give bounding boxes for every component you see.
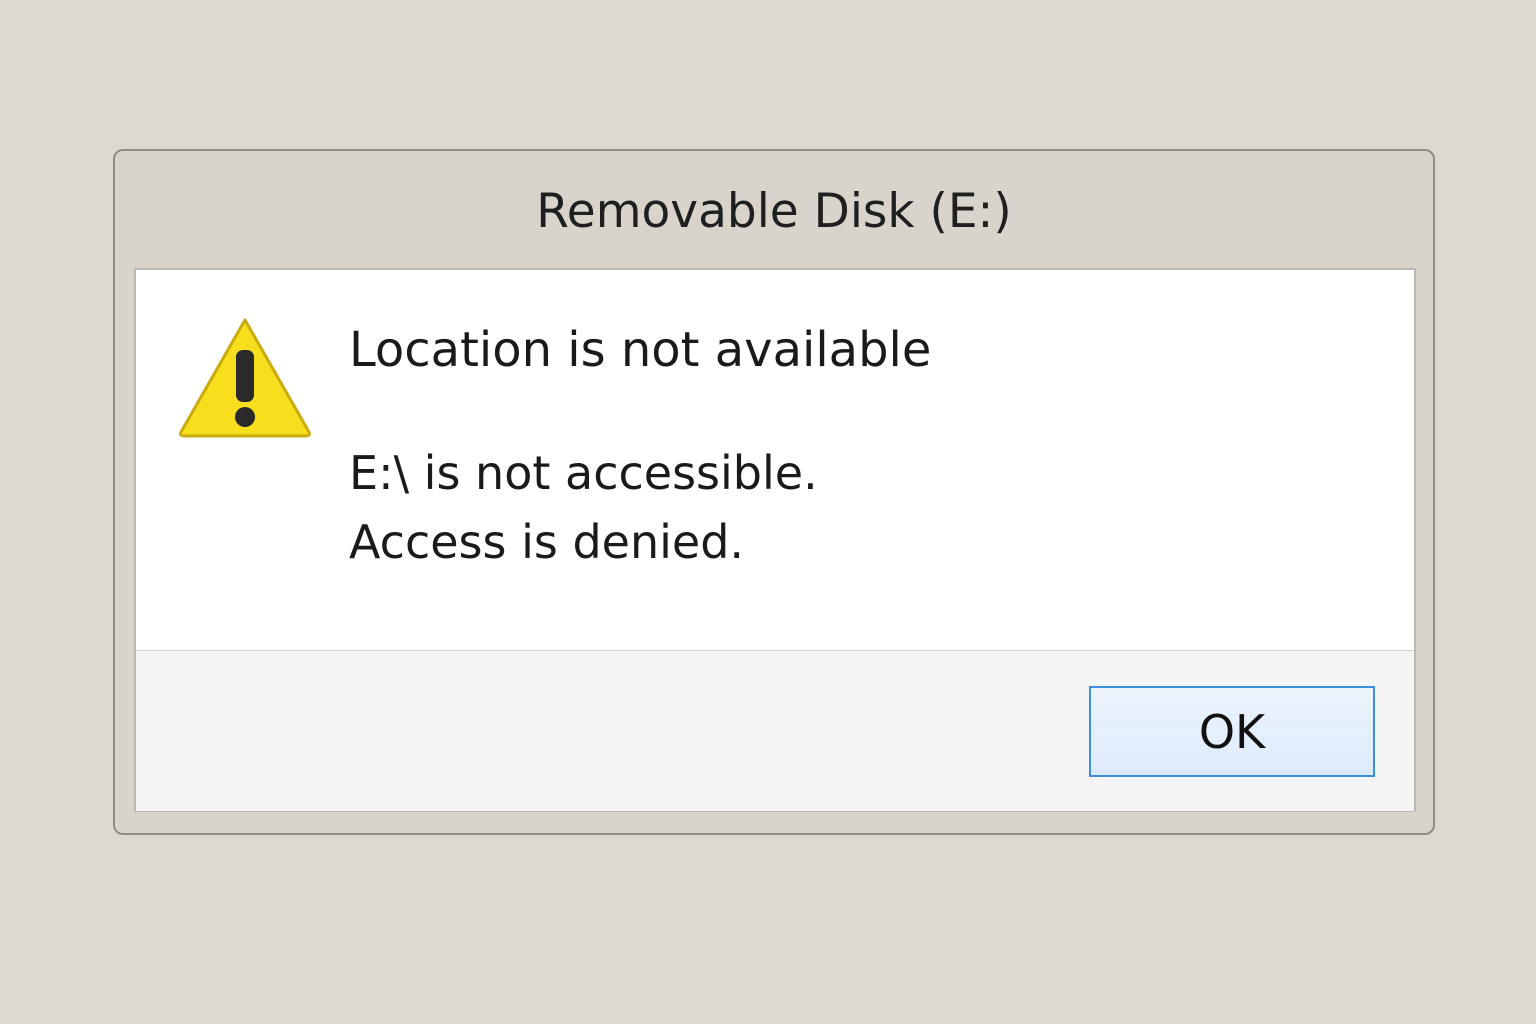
dialog-title: Removable Disk (E:) — [536, 184, 1012, 239]
error-message-line: E:\ is not accessible. — [349, 446, 818, 500]
dialog-client-area: Location is not available E:\ is not acc… — [134, 268, 1416, 812]
message-area: Location is not available E:\ is not acc… — [136, 270, 1414, 650]
button-bar: OK — [136, 650, 1414, 811]
error-message-line: Access is denied. — [349, 515, 745, 569]
ok-button[interactable]: OK — [1089, 686, 1375, 777]
error-heading: Location is not available — [349, 322, 932, 378]
dialog-window: Removable Disk (E:) Location is not avai… — [113, 149, 1435, 835]
warning-icon — [179, 318, 311, 438]
